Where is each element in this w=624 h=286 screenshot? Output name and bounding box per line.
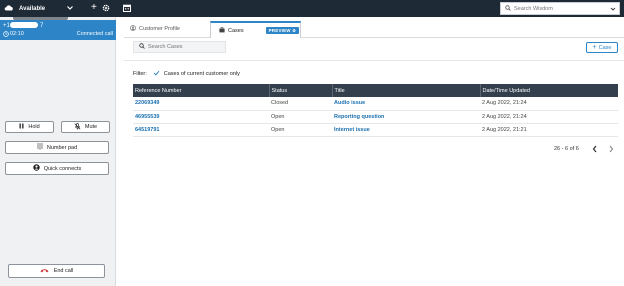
hold-button[interactable]: Hold	[5, 121, 54, 133]
tab-customer-profile-label: Customer Profile	[139, 26, 180, 32]
filter-label: Filter:	[133, 71, 147, 77]
active-call-card[interactable]: +1 7 02:10 Connected call	[0, 20, 116, 40]
case-title-link[interactable]: Reporting question	[334, 114, 384, 120]
preview-badge: PREVIEW ⚙	[265, 27, 299, 34]
add-case-button[interactable]: + Case	[586, 42, 618, 53]
caller-number-suffix: 7	[40, 23, 44, 29]
gear-icon: ⚙	[292, 28, 296, 33]
table-row[interactable]: 46955539 Open Reporting question 2 Aug 2…	[133, 110, 618, 123]
agent-status-label: Available	[19, 5, 46, 12]
mic-off-icon	[74, 122, 85, 132]
search-wisdom-box[interactable]	[500, 2, 620, 15]
toolbar-divider	[124, 60, 624, 61]
gear-icon[interactable]	[102, 4, 110, 14]
mute-button[interactable]: Mute	[61, 121, 110, 133]
phone-hangup-icon	[40, 268, 54, 275]
search-wisdom-input[interactable]	[514, 5, 606, 12]
case-status: Open	[271, 126, 285, 133]
tab-cases[interactable]: Cases PREVIEW ⚙	[210, 21, 301, 38]
call-state: Connected call	[76, 31, 113, 37]
quick-connects-button[interactable]: Quick connects	[5, 162, 109, 175]
filter-option-label[interactable]: Cases of current customer only	[164, 71, 240, 77]
caller-number-redaction	[10, 22, 38, 28]
preview-badge-label: PREVIEW	[268, 28, 291, 33]
add-case-label: Case	[598, 44, 612, 51]
caller-number-prefix: +1	[3, 23, 10, 29]
chevron-down-icon[interactable]	[66, 3, 74, 13]
tab-strip-border	[301, 37, 624, 38]
filter-row: Filter: Cases of current customer only	[133, 70, 240, 78]
end-call-label: End call	[53, 268, 74, 274]
table-row[interactable]: 22069349 Closed Audio issue 2 Aug 2022, …	[133, 97, 618, 110]
column-header-title[interactable]: Title	[332, 84, 481, 97]
search-cases-input[interactable]	[148, 44, 223, 50]
case-updated: 2 Aug 2022, 21:24	[482, 100, 527, 107]
pause-icon	[19, 123, 28, 131]
plus-icon: +	[592, 44, 597, 51]
number-pad-button[interactable]: Number pad	[5, 141, 109, 154]
plus-icon[interactable]: +	[91, 2, 97, 14]
dialpad-icon	[37, 143, 47, 152]
end-call-button[interactable]: End call	[8, 264, 105, 278]
cases-table: Reference Number Status Title Date/Time …	[133, 84, 618, 137]
agent-status-selector[interactable]: Available +	[0, 0, 116, 17]
number-pad-label: Number pad	[46, 144, 78, 151]
case-reference-link[interactable]: 46955539	[135, 114, 159, 120]
quick-connect-icon	[32, 164, 44, 173]
case-updated: 2 Aug 2022, 21:24	[482, 113, 527, 120]
chevron-right-icon[interactable]	[608, 145, 614, 155]
case-updated: 2 Aug 2022, 21:21	[482, 126, 527, 133]
case-status: Closed	[271, 100, 289, 107]
briefcase-icon	[219, 26, 228, 35]
case-reference-link[interactable]: 64519791	[135, 127, 159, 133]
table-row[interactable]: 64519791 Open Internet issue 2 Aug 2022,…	[133, 123, 618, 136]
user-icon	[130, 25, 139, 33]
search-icon	[505, 4, 511, 13]
search-cases-box[interactable]	[133, 41, 226, 53]
tab-cases-label: Cases	[228, 27, 244, 34]
case-title-link[interactable]: Internet issue	[334, 127, 370, 133]
mute-label: Mute	[84, 124, 98, 130]
chevron-down-icon[interactable]	[610, 6, 616, 14]
column-header-reference[interactable]: Reference Number	[133, 84, 270, 97]
top-bar: Available +	[0, 0, 624, 17]
case-title-link[interactable]: Audio issue	[334, 100, 365, 106]
cloud-icon	[4, 4, 13, 13]
clock-icon	[3, 31, 9, 39]
calendar-icon[interactable]	[123, 4, 131, 14]
column-header-updated[interactable]: Date/Time Updated	[480, 84, 618, 97]
case-status: Open	[271, 113, 285, 120]
case-reference-link[interactable]: 22069349	[135, 100, 159, 106]
pagination-range: 26 - 6 of 6	[554, 146, 579, 152]
quick-connects-label: Quick connects	[43, 165, 82, 172]
tab-customer-profile[interactable]: Customer Profile	[124, 21, 210, 38]
search-icon	[139, 43, 145, 51]
check-icon[interactable]	[153, 70, 160, 78]
table-header-row: Reference Number Status Title Date/Time …	[133, 84, 618, 97]
pagination: 26 - 6 of 6	[554, 145, 614, 153]
hold-label: Hold	[28, 124, 40, 130]
call-timer: 02:10	[10, 31, 24, 37]
chevron-left-icon[interactable]	[592, 145, 598, 155]
softphone-panel: +1 7 02:10 Connected call Hold Mute Numb…	[0, 17, 116, 286]
column-header-status[interactable]: Status	[269, 84, 333, 97]
